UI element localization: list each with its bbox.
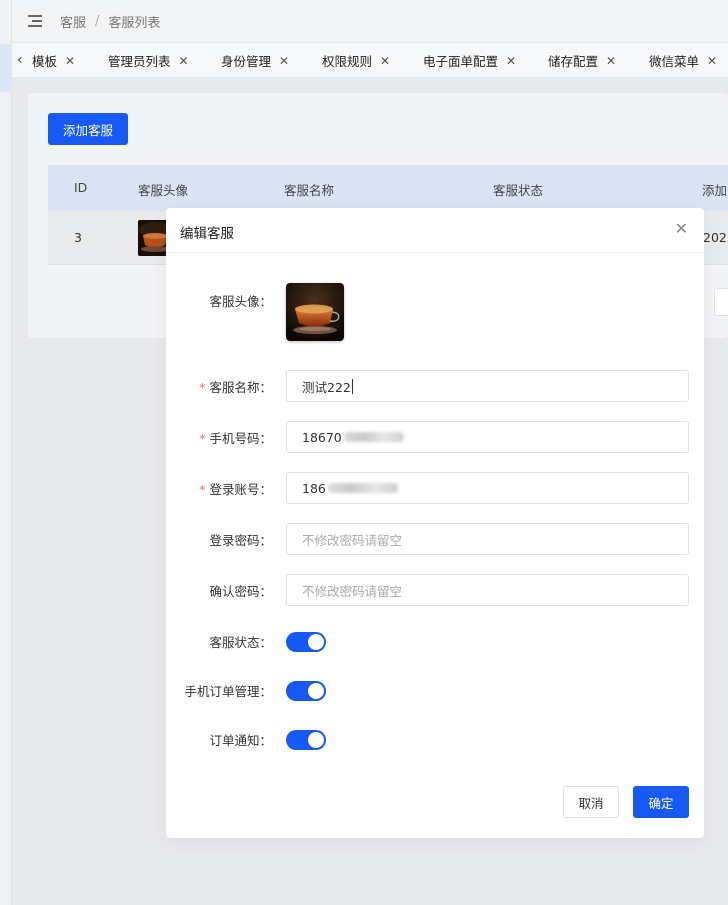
close-icon[interactable]: ✕ [279, 54, 289, 68]
dialog-title: 编辑客服 [180, 226, 234, 242]
account-label: * 登录账号： [199, 479, 272, 498]
tab-label: 权限规则 [322, 54, 373, 69]
order-notify-label: 订单通知： [209, 733, 272, 748]
breadcrumb-separator: / [95, 13, 100, 29]
tab-storage-config[interactable]: 储存配置 ✕ [548, 43, 616, 77]
required-mark: * [199, 380, 206, 395]
close-icon[interactable]: ✕ [179, 54, 189, 68]
tab-label: 电子面单配置 [423, 54, 499, 69]
redacted-blur [327, 483, 398, 493]
chevron-left-icon[interactable]: ‹ [17, 52, 23, 68]
account-input-value: 186 [302, 480, 326, 496]
add-service-button[interactable]: 添加客服 [48, 113, 128, 145]
table-header: ID 客服头像 客服名称 客服状态 添加 [48, 165, 728, 211]
tab-identity[interactable]: 身份管理 ✕ [221, 43, 289, 77]
column-header-status: 客服状态 [493, 183, 544, 198]
phone-input[interactable]: 18670 [286, 421, 689, 453]
order-notify-switch[interactable] [286, 730, 326, 750]
tab-label: 微信菜单 [649, 54, 700, 69]
name-input[interactable]: 测试222 [286, 370, 689, 402]
column-header-avatar: 客服头像 [138, 183, 189, 198]
text-caret [351, 378, 353, 394]
tab-admin-list[interactable]: 管理员列表 ✕ [108, 43, 189, 77]
phone-label: * 手机号码： [199, 428, 272, 447]
column-header-added: 添加 [702, 183, 728, 198]
password-placeholder: 不修改密码请留空 [302, 532, 403, 548]
pagination-control[interactable] [714, 288, 728, 316]
password-label: 登录密码： [209, 533, 272, 548]
dialog-header: 编辑客服 ✕ [166, 208, 704, 253]
confirm-password-placeholder: 不修改密码请留空 [302, 583, 403, 599]
cancel-button[interactable]: 取消 [563, 786, 619, 818]
avatar-upload[interactable] [286, 283, 344, 341]
column-header-name: 客服名称 [284, 183, 335, 198]
name-label-text: 客服名称： [209, 380, 272, 395]
breadcrumb-current: 客服列表 [108, 15, 161, 31]
tab-wechat-menu[interactable]: 微信菜单 ✕ [649, 43, 717, 77]
account-label-text: 登录账号： [209, 482, 272, 497]
sidebar-active-indicator [0, 44, 12, 92]
avatar-label: 客服头像： [209, 294, 272, 309]
password-input[interactable]: 不修改密码请留空 [286, 523, 689, 555]
tab-waybill-config[interactable]: 电子面单配置 ✕ [423, 43, 516, 77]
close-icon[interactable]: ✕ [506, 54, 516, 68]
tab-label: 身份管理 [221, 54, 272, 69]
redacted-blur [343, 432, 404, 442]
column-header-id: ID [74, 180, 88, 195]
required-mark: * [199, 431, 206, 446]
tab-label: 模板 [32, 54, 58, 69]
name-label: * 客服名称： [199, 377, 272, 396]
confirm-password-input[interactable]: 不修改密码请留空 [286, 574, 689, 606]
tab-template[interactable]: 模板 ✕ [32, 43, 75, 77]
tab-permissions[interactable]: 权限规则 ✕ [322, 43, 390, 77]
close-icon[interactable]: ✕ [606, 54, 616, 68]
edit-service-dialog: 编辑客服 ✕ 客服头像： * 客服名称： 测试222 * 手机号码： 18670… [166, 208, 704, 838]
close-icon[interactable]: ✕ [675, 221, 688, 237]
cell-id: 3 [74, 230, 82, 245]
phone-label-text: 手机号码： [209, 431, 272, 446]
cell-added-date: 2025 [703, 230, 728, 245]
mobile-order-switch[interactable] [286, 681, 326, 701]
tab-label: 储存配置 [548, 54, 599, 69]
status-switch[interactable] [286, 632, 326, 652]
close-icon[interactable]: ✕ [380, 54, 390, 68]
close-icon[interactable]: ✕ [707, 54, 717, 68]
left-sidebar-strip [0, 0, 12, 905]
required-mark: * [199, 482, 206, 497]
close-icon[interactable]: ✕ [65, 54, 75, 68]
breadcrumb-item[interactable]: 客服 [60, 12, 86, 31]
tab-label: 管理员列表 [108, 54, 171, 69]
account-input[interactable]: 186 [286, 472, 689, 504]
tab-bar: ‹ 模板 ✕ 管理员列表 ✕ 身份管理 ✕ 权限规则 ✕ 电子面单配置 ✕ 储存配置 ✕ 微… [12, 43, 728, 78]
mobile-order-label: 手机订单管理： [184, 684, 272, 699]
name-input-value: 测试222 [302, 379, 351, 395]
top-header: 客服 / 客服列表 [12, 0, 728, 43]
menu-icon[interactable] [28, 15, 42, 27]
phone-input-value: 18670 [302, 429, 342, 445]
confirm-button[interactable]: 确定 [633, 786, 689, 818]
confirm-password-label: 确认密码： [209, 584, 272, 599]
status-label: 客服状态： [209, 635, 272, 650]
